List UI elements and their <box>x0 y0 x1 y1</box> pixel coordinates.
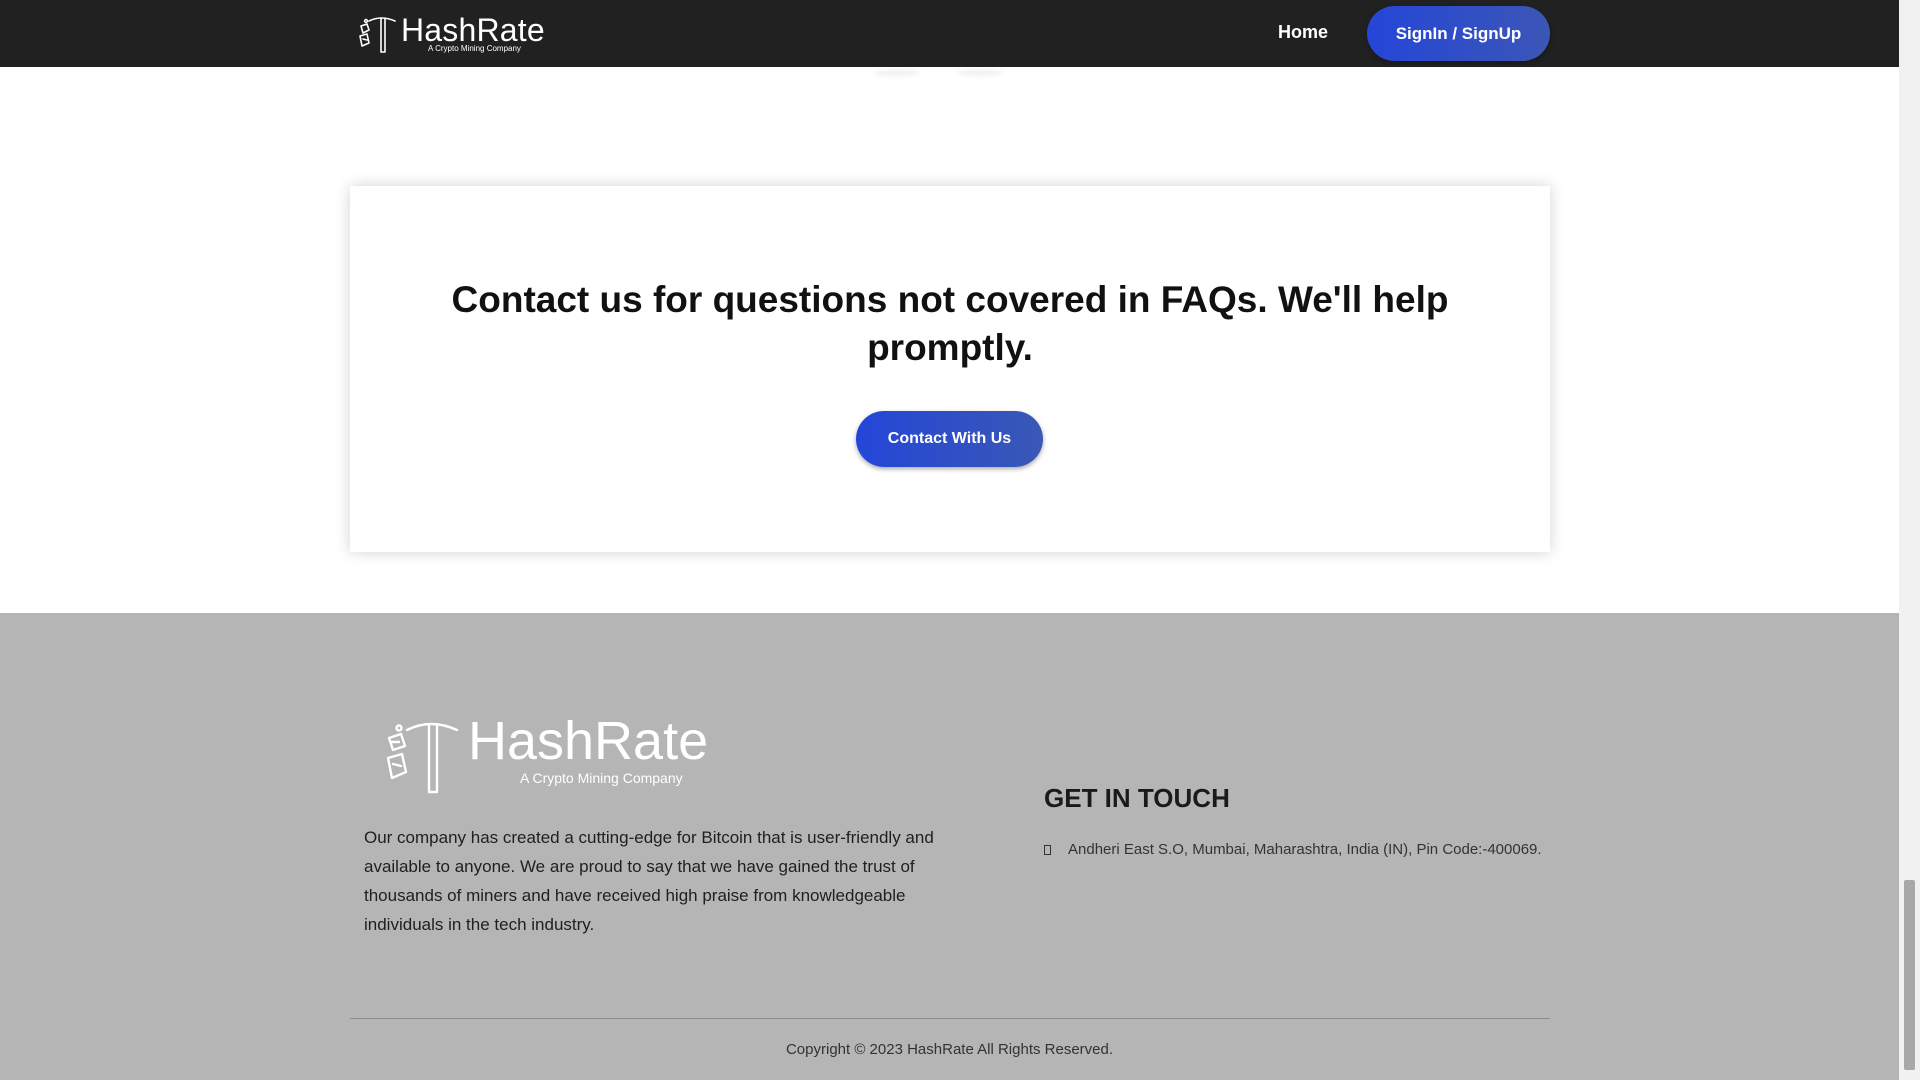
footer-brand-name: HashRate <box>468 711 709 771</box>
top-navbar: HashRate A Crypto Mining Company Home Si… <box>0 0 1899 67</box>
nav-home-link[interactable]: Home <box>1278 22 1328 43</box>
location-pin-icon <box>1044 844 1051 855</box>
brand-name: HashRate <box>401 12 545 48</box>
address-text: Andheri East S.O, Mumbai, Maharashtra, I… <box>1068 841 1542 858</box>
page: HashRate A Crypto Mining Company Home Si… <box>0 0 1899 1080</box>
decorative-shadow <box>874 70 920 76</box>
site-footer: HashRate A Crypto Mining Company Our com… <box>0 613 1899 1080</box>
header-brand[interactable]: HashRate A Crypto Mining Company <box>357 12 545 54</box>
get-in-touch-heading: GET IN TOUCH <box>1044 783 1230 813</box>
copyright-text: Copyright © 2023 HashRate All Rights Res… <box>785 1041 1114 1058</box>
pickaxe-logo-icon <box>359 17 396 53</box>
contact-heading: Contact us for questions not covered in … <box>451 279 1449 368</box>
footer-divider <box>350 1018 1550 1019</box>
pickaxe-logo-icon <box>386 722 459 794</box>
page-scrollbar[interactable] <box>1899 0 1920 1080</box>
address-item: Andheri East S.O, Mumbai, Maharashtra, I… <box>1044 841 1542 858</box>
brand-tagline: A Crypto Mining Company <box>428 44 521 53</box>
footer-brand-tagline: A Crypto Mining Company <box>520 770 683 786</box>
contact-cta-card: Contact us for questions not covered in … <box>350 186 1550 552</box>
scrollbar-thumb[interactable] <box>1904 880 1915 1070</box>
company-about-text: Our company has created a cutting-edge f… <box>364 828 934 934</box>
contact-with-us-button[interactable]: Contact With Us <box>856 411 1043 467</box>
signin-signup-button[interactable]: SignIn / SignUp <box>1367 6 1550 61</box>
decorative-shadow <box>957 70 1003 76</box>
